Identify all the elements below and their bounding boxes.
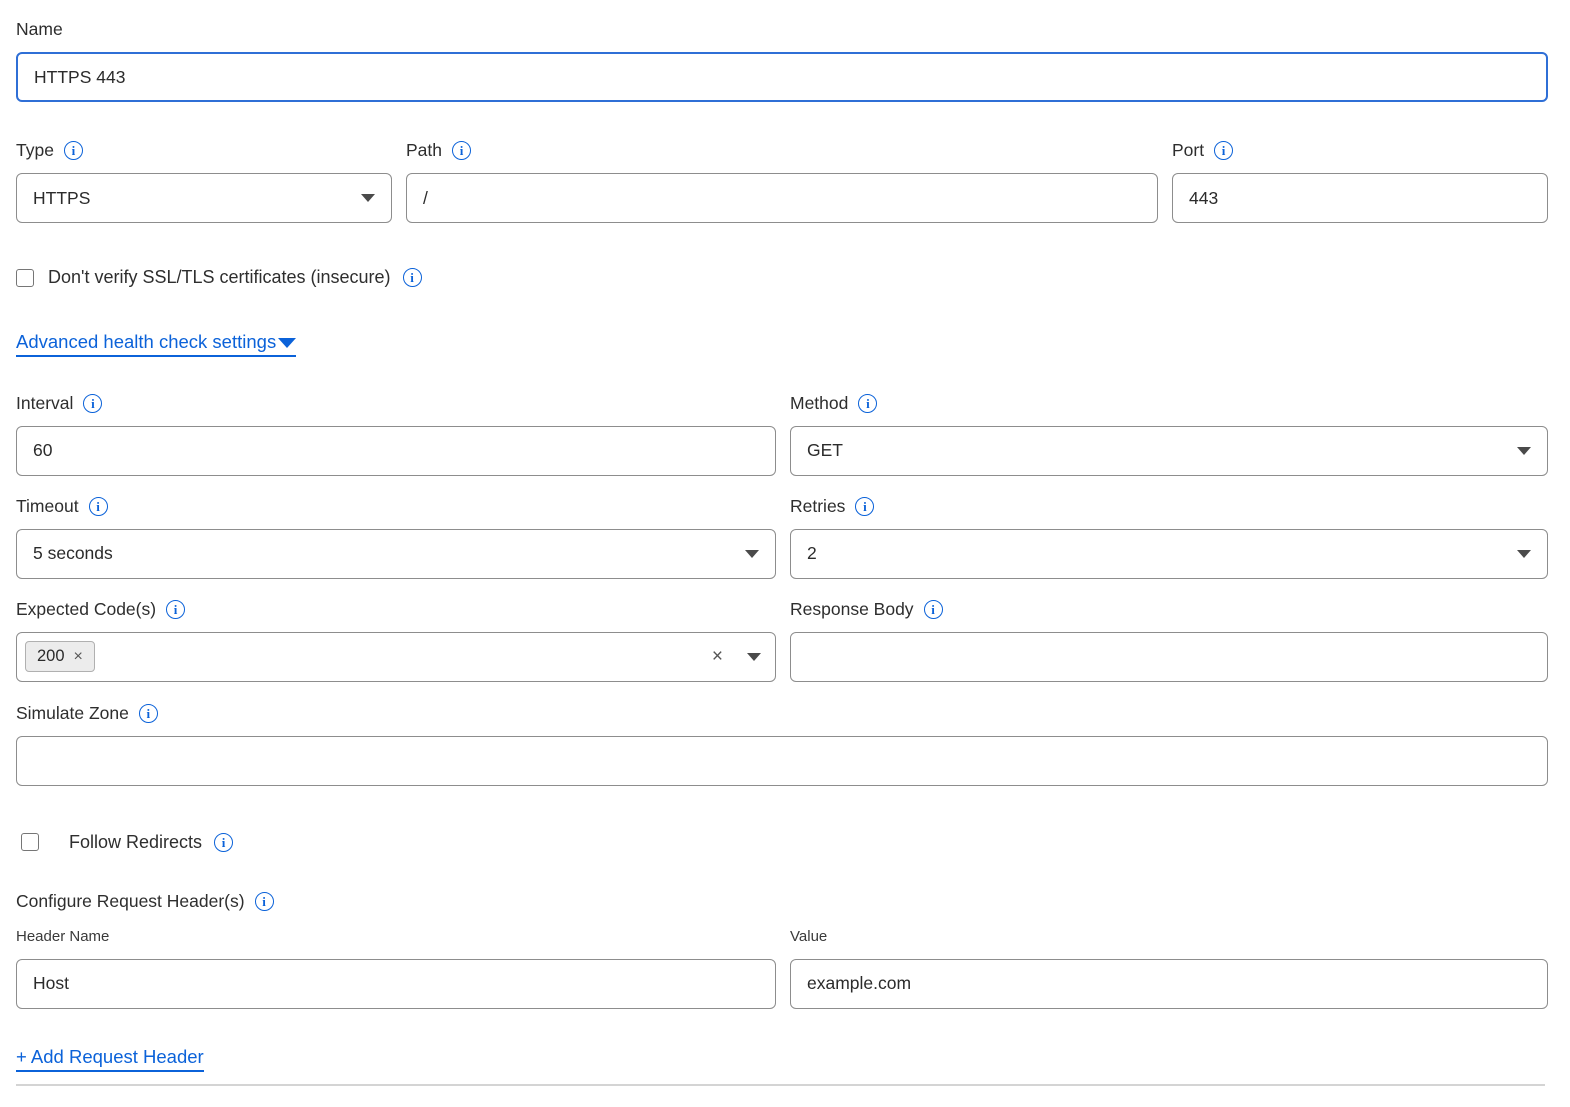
interval-info-icon[interactable]: i [83, 394, 102, 413]
method-info-icon[interactable]: i [858, 394, 877, 413]
request-headers-section: Configure Request Header(s) i [16, 891, 1548, 912]
timeout-select[interactable]: 5 seconds [16, 529, 776, 579]
type-info-icon[interactable]: i [64, 141, 83, 160]
code-tag-value: 200 [37, 647, 65, 666]
port-field: Port i [1172, 140, 1548, 223]
type-label: Type [16, 140, 54, 161]
remove-tag-icon[interactable]: × [74, 649, 83, 665]
simulate-zone-field: Simulate Zone i [16, 703, 1548, 786]
retries-info-icon[interactable]: i [855, 497, 874, 516]
advanced-settings-link-label: Advanced health check settings [16, 330, 276, 355]
timeout-info-icon[interactable]: i [89, 497, 108, 516]
advanced-settings-container: Advanced health check settings [16, 330, 1548, 357]
name-label: Name [16, 19, 63, 40]
simulate-zone-info-icon[interactable]: i [139, 704, 158, 723]
timeout-retries-row: Timeout i 5 seconds Retries i 2 [16, 496, 1548, 579]
chevron-down-icon [745, 550, 759, 558]
interval-field: Interval i [16, 393, 776, 476]
port-info-icon[interactable]: i [1214, 141, 1233, 160]
code-tag: 200 × [25, 641, 95, 672]
add-request-header-label: + Add Request Header [16, 1045, 204, 1070]
value-column-label: Value [790, 928, 1548, 945]
port-label: Port [1172, 140, 1204, 161]
retries-field: Retries i 2 [790, 496, 1548, 579]
add-header-container: + Add Request Header [16, 1045, 1548, 1072]
header-name-input[interactable] [16, 959, 776, 1009]
path-input[interactable] [406, 173, 1158, 223]
follow-redirects-info-icon[interactable]: i [214, 833, 233, 852]
expected-codes-label: Expected Code(s) [16, 599, 156, 620]
interval-label: Interval [16, 393, 73, 414]
expected-codes-multiselect[interactable]: 200 × × [16, 632, 776, 682]
ssl-verify-checkbox[interactable] [16, 269, 34, 287]
request-headers-info-icon[interactable]: i [255, 892, 274, 911]
port-input[interactable] [1172, 173, 1548, 223]
follow-redirects-row: Follow Redirects i [16, 832, 1548, 853]
codes-body-row: Expected Code(s) i 200 × × Response Body… [16, 599, 1548, 682]
name-input[interactable] [16, 52, 1548, 102]
method-label: Method [790, 393, 848, 414]
follow-redirects-checkbox[interactable] [21, 833, 39, 851]
ssl-verify-info-icon[interactable]: i [403, 268, 422, 287]
header-name-column-label: Header Name [16, 928, 776, 945]
method-select[interactable]: GET [790, 426, 1548, 476]
request-headers-label: Configure Request Header(s) [16, 891, 245, 912]
simulate-zone-label: Simulate Zone [16, 703, 129, 724]
header-value-input[interactable] [790, 959, 1548, 1009]
interval-method-row: Interval i Method i GET [16, 393, 1548, 476]
expected-codes-info-icon[interactable]: i [166, 600, 185, 619]
path-field: Path i [406, 140, 1158, 223]
chevron-down-icon [1517, 550, 1531, 558]
header-value-field: Value [790, 928, 1548, 1009]
response-body-info-icon[interactable]: i [924, 600, 943, 619]
retries-select-value: 2 [807, 543, 1509, 564]
interval-input[interactable] [16, 426, 776, 476]
ssl-verify-label: Don't verify SSL/TLS certificates (insec… [48, 267, 391, 288]
section-divider [16, 1084, 1545, 1086]
timeout-select-value: 5 seconds [33, 543, 737, 564]
ssl-verify-row: Don't verify SSL/TLS certificates (insec… [16, 267, 1548, 288]
response-body-label: Response Body [790, 599, 914, 620]
expected-codes-field: Expected Code(s) i 200 × × [16, 599, 776, 682]
chevron-down-icon [361, 194, 375, 202]
chevron-down-icon [1517, 447, 1531, 455]
add-request-header-link[interactable]: + Add Request Header [16, 1045, 204, 1072]
type-select[interactable]: HTTPS [16, 173, 392, 223]
chevron-down-icon[interactable] [747, 653, 761, 661]
type-field: Type i HTTPS [16, 140, 392, 223]
follow-redirects-label: Follow Redirects [69, 832, 202, 853]
advanced-settings-link[interactable]: Advanced health check settings [16, 330, 296, 357]
method-field: Method i GET [790, 393, 1548, 476]
path-label: Path [406, 140, 442, 161]
path-info-icon[interactable]: i [452, 141, 471, 160]
timeout-field: Timeout i 5 seconds [16, 496, 776, 579]
retries-label: Retries [790, 496, 845, 517]
clear-all-icon[interactable]: × [712, 647, 723, 666]
response-body-field: Response Body i [790, 599, 1548, 682]
retries-select[interactable]: 2 [790, 529, 1548, 579]
header-name-field: Header Name [16, 928, 776, 1009]
response-body-input[interactable] [790, 632, 1548, 682]
type-select-value: HTTPS [33, 188, 353, 209]
chevron-down-icon [278, 338, 296, 348]
type-path-port-row: Type i HTTPS Path i Port i [16, 140, 1548, 223]
health-check-form: Name Type i HTTPS Path i Port i [0, 0, 1570, 1107]
header-row: Header Name Value [16, 928, 1548, 1009]
name-field: Name [16, 19, 1548, 102]
method-select-value: GET [807, 440, 1509, 461]
simulate-zone-input[interactable] [16, 736, 1548, 786]
timeout-label: Timeout [16, 496, 79, 517]
